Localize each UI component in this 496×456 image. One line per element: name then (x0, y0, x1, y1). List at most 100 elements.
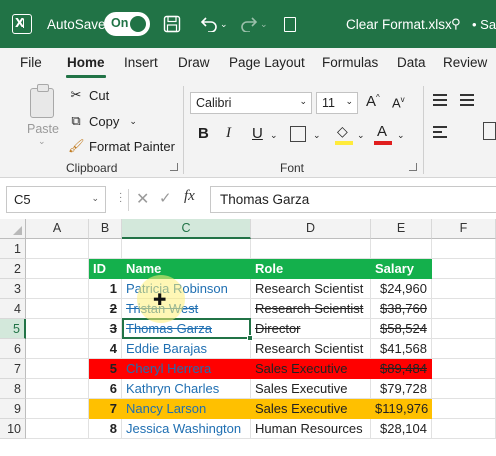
empty-cell[interactable] (432, 299, 496, 319)
column-header-c[interactable]: C (122, 219, 251, 239)
worksheet-grid[interactable]: A B C D E F 1 2 3 4 5 6 7 8 9 10 ID Name… (0, 219, 496, 456)
tab-review[interactable]: Review (443, 55, 487, 70)
empty-cell[interactable] (26, 239, 89, 259)
underline-dropdown-icon[interactable]: ⌄ (270, 130, 278, 141)
cell-salary[interactable]: $24,960 (371, 279, 432, 299)
cell-salary[interactable]: $89,484 (371, 359, 432, 379)
cell-name[interactable]: Nancy Larson (122, 399, 251, 419)
borders-icon[interactable] (290, 126, 306, 142)
column-header-e[interactable]: E (371, 219, 432, 239)
borders-dropdown-icon[interactable]: ⌄ (313, 130, 321, 141)
cell-salary[interactable]: $79,728 (371, 379, 432, 399)
empty-cell[interactable] (26, 419, 89, 439)
row-header-9[interactable]: 9 (0, 399, 26, 419)
font-color-button[interactable]: A (374, 123, 392, 147)
cell-id[interactable]: 1 (89, 279, 122, 299)
redo-dropdown-icon[interactable]: ⌄ (260, 19, 268, 30)
copy-button[interactable]: ⧉ Copy ⌄ (68, 113, 137, 129)
enter-icon[interactable]: ✓ (159, 189, 172, 207)
row-header-10[interactable]: 10 (0, 419, 26, 439)
more-options-icon[interactable]: · · · (119, 189, 122, 207)
font-launcher-icon[interactable] (409, 163, 417, 171)
empty-cell[interactable] (432, 379, 496, 399)
empty-cell[interactable] (26, 379, 89, 399)
empty-cell[interactable] (432, 399, 496, 419)
clipboard-launcher-icon[interactable] (170, 163, 178, 171)
column-header-a[interactable]: A (26, 219, 89, 239)
cell-role[interactable]: Research Scientist (251, 279, 371, 299)
empty-cell[interactable] (432, 339, 496, 359)
header-cell-name[interactable]: Name (122, 259, 251, 279)
empty-cell[interactable] (122, 239, 251, 259)
cell-salary[interactable]: $58,524 (371, 319, 432, 339)
row-header-1[interactable]: 1 (0, 239, 26, 259)
cell-role[interactable]: Research Scientist (251, 339, 371, 359)
cell-name[interactable]: Kathryn Charles (122, 379, 251, 399)
empty-cell[interactable] (26, 259, 89, 279)
column-header-b[interactable]: B (89, 219, 122, 239)
empty-cell[interactable] (432, 259, 496, 279)
fill-color-button[interactable]: ◇ (335, 123, 353, 147)
cell-id[interactable]: 2 (89, 299, 122, 319)
cell-id[interactable]: 6 (89, 379, 122, 399)
font-color-dropdown-icon[interactable]: ⌄ (397, 130, 405, 141)
tab-insert[interactable]: Insert (124, 55, 158, 70)
cell-id[interactable]: 7 (89, 399, 122, 419)
header-cell-role[interactable]: Role (251, 259, 371, 279)
empty-cell[interactable] (432, 279, 496, 299)
header-cell-salary[interactable]: Salary (371, 259, 432, 279)
fill-dropdown-icon[interactable]: ⌄ (357, 130, 365, 141)
cell-name[interactable]: Cheryl Herrera (122, 359, 251, 379)
column-header-f[interactable]: F (432, 219, 496, 239)
grow-font-button[interactable]: A^ (366, 93, 380, 110)
empty-cell[interactable] (432, 319, 496, 339)
italic-button[interactable]: I (226, 125, 231, 142)
cell-name[interactable]: Eddie Barajas (122, 339, 251, 359)
cell-name[interactable]: Patricia Robinson (122, 279, 251, 299)
cell-name[interactable]: Jessica Washington (122, 419, 251, 439)
font-size-select[interactable]: 11 ⌄ (316, 92, 358, 114)
tab-data[interactable]: Data (397, 55, 426, 70)
user-icon[interactable]: ⚲ (451, 0, 461, 48)
empty-cell[interactable] (371, 239, 432, 259)
empty-cell[interactable] (26, 339, 89, 359)
cancel-icon[interactable]: ✕ (136, 189, 149, 209)
cell-id[interactable]: 8 (89, 419, 122, 439)
cell-id[interactable]: 3 (89, 319, 122, 339)
empty-cell[interactable] (26, 299, 89, 319)
cell-id[interactable]: 5 (89, 359, 122, 379)
fill-handle[interactable] (247, 335, 253, 341)
empty-cell[interactable] (432, 419, 496, 439)
font-name-select[interactable]: Calibri ⌄ (190, 92, 312, 114)
autosave-toggle[interactable]: On (104, 12, 150, 36)
format-painter-button[interactable]: 🖌 Format Painter (68, 138, 175, 154)
cut-button[interactable]: ✂ Cut (68, 87, 110, 103)
undo-icon[interactable]: ⌄ (200, 0, 228, 48)
cell-role[interactable]: Human Resources (251, 419, 371, 439)
underline-button[interactable]: U (252, 125, 263, 142)
name-box[interactable]: C5 ⌄ (6, 186, 106, 213)
empty-cell[interactable] (432, 239, 496, 259)
shrink-font-button[interactable]: Av (392, 95, 405, 110)
redo-icon[interactable]: ⌄ (240, 0, 268, 48)
row-header-3[interactable]: 3 (0, 279, 26, 299)
bold-button[interactable]: B (198, 125, 209, 142)
cell-role[interactable]: Sales Executive (251, 359, 371, 379)
empty-cell[interactable] (26, 279, 89, 299)
cell-salary[interactable]: $38,760 (371, 299, 432, 319)
tab-file[interactable]: File (20, 55, 42, 70)
cell-role[interactable]: Research Scientist (251, 299, 371, 319)
row-header-5[interactable]: 5 (0, 319, 26, 339)
cell-name-selected[interactable]: Thomas Garza (122, 319, 251, 339)
empty-cell[interactable] (251, 239, 371, 259)
tab-draw[interactable]: Draw (178, 55, 210, 70)
cell-salary[interactable]: $41,568 (371, 339, 432, 359)
cell-salary[interactable]: $28,104 (371, 419, 432, 439)
empty-cell[interactable] (26, 319, 89, 339)
cell-role[interactable]: Sales Executive (251, 379, 371, 399)
cell-salary[interactable]: $119,976 (371, 399, 432, 419)
formula-input[interactable]: Thomas Garza (210, 186, 496, 213)
tab-formulas[interactable]: Formulas (322, 55, 378, 70)
row-header-8[interactable]: 8 (0, 379, 26, 399)
empty-cell[interactable] (26, 359, 89, 379)
